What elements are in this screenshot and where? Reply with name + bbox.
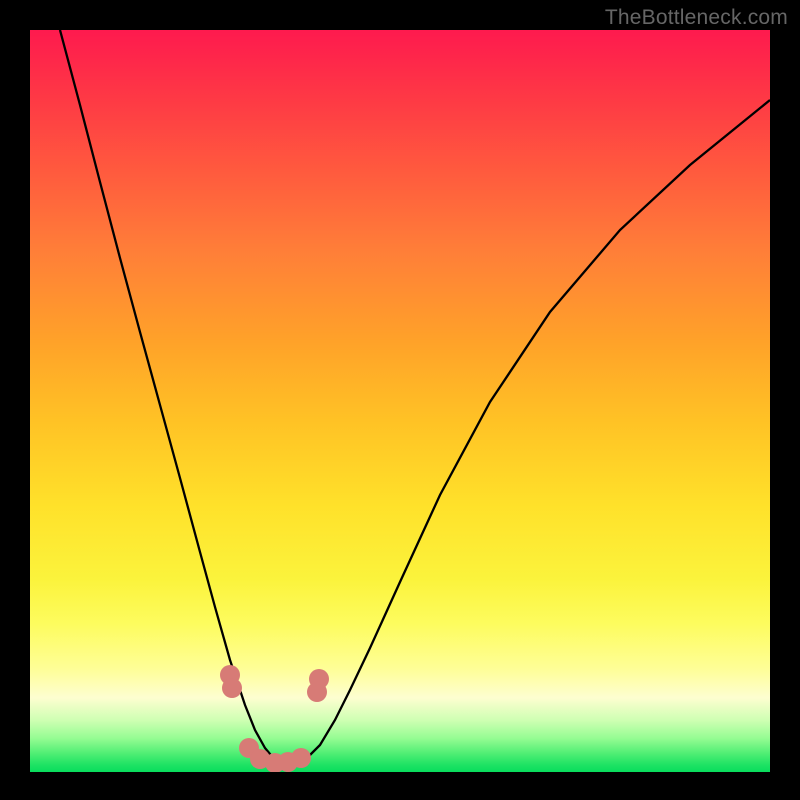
bottleneck-curve bbox=[60, 30, 770, 765]
watermark-text: TheBottleneck.com bbox=[605, 6, 788, 30]
plot-area bbox=[30, 30, 770, 772]
trough-dots bbox=[220, 665, 329, 772]
curve-layer bbox=[30, 30, 770, 772]
trough-dot bbox=[222, 678, 242, 698]
trough-dot bbox=[291, 748, 311, 768]
trough-dot bbox=[309, 669, 329, 689]
chart-frame: TheBottleneck.com bbox=[0, 0, 800, 800]
